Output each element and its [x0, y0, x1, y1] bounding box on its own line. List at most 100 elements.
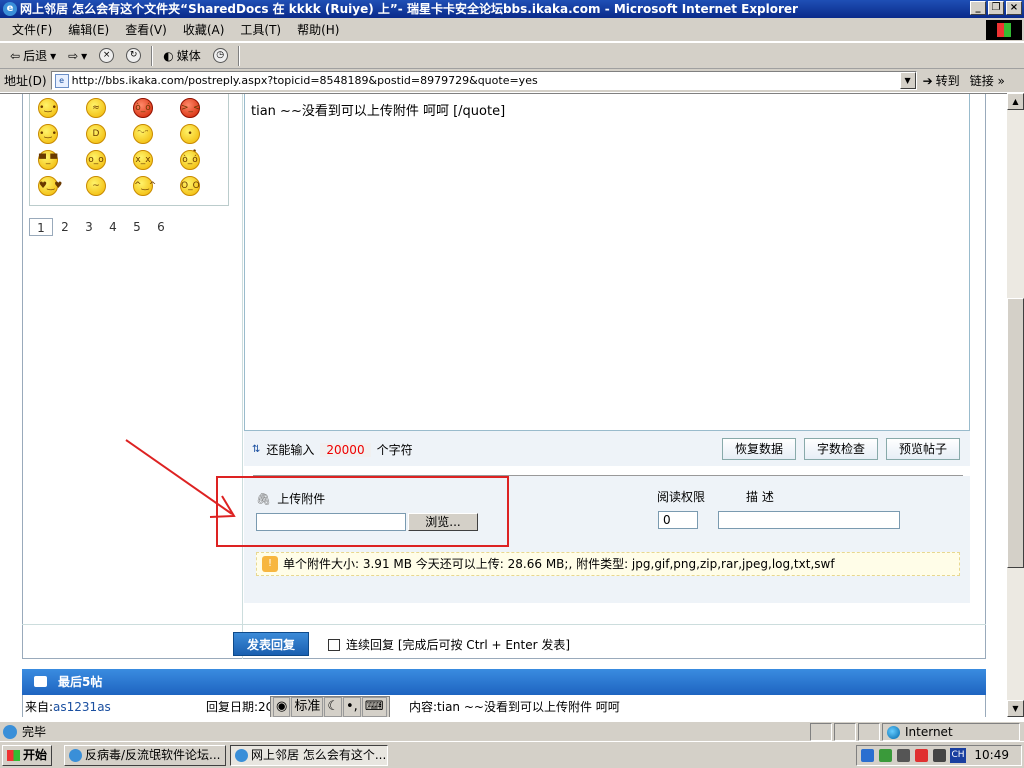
emoticon-pagination: 1 2 3 4 5 6	[29, 218, 173, 236]
go-label: 转到	[935, 74, 960, 88]
menu-file[interactable]: 文件(F)	[4, 21, 60, 38]
last-post-row: 来自:as1231as 回复日期:2C ◉ 标准 ☾ •, ⌨ 内容:tian …	[22, 695, 986, 717]
emoticon-item[interactable]: D	[86, 124, 106, 144]
tray-qq-icon[interactable]	[915, 749, 928, 762]
emoticon-item[interactable]: •︵•	[180, 124, 200, 157]
tray-app-icon[interactable]	[933, 749, 946, 762]
description-input[interactable]	[718, 511, 900, 529]
emoticon-page-5[interactable]: 5	[125, 218, 149, 236]
emoticon-item[interactable]: ᵔᵕᵔ	[133, 124, 153, 144]
tray-umbrella-icon[interactable]	[879, 749, 892, 762]
ie-icon: e	[3, 2, 17, 16]
ime-mode[interactable]: 标准	[291, 697, 324, 717]
links-label: 链接	[969, 74, 994, 88]
emoticon-item[interactable]: •‿•	[38, 98, 58, 118]
emoticon-item[interactable]: ≈	[86, 98, 106, 118]
forward-dropdown-icon[interactable]: ▾	[81, 49, 87, 63]
editor-text: tian ~~没看到可以上传附件 呵呵 [/quote]	[251, 104, 506, 119]
page-scrollbar[interactable]: ▲ ▼	[1007, 93, 1024, 717]
word-count-button[interactable]: 字数检查	[803, 438, 878, 460]
taskbar-item-current[interactable]: 网上邻居 怎么会有这个...	[230, 745, 388, 766]
tray-network-icon[interactable]	[897, 749, 910, 762]
address-input[interactable]: e http://bbs.ikaka.com/postreply.aspx?to…	[50, 71, 917, 90]
back-arrow-icon: ⇦	[10, 48, 21, 63]
maximize-button[interactable]: ❐	[988, 1, 1004, 15]
forward-button[interactable]: ⇨ ▾	[62, 45, 93, 67]
media-button[interactable]: ◐ 媒体	[157, 45, 207, 67]
menu-edit[interactable]: 编辑(E)	[60, 21, 117, 38]
scroll-down-icon[interactable]: ▼	[1007, 700, 1024, 717]
highlight-box	[216, 476, 509, 547]
emoticon-item[interactable]: ~	[86, 176, 106, 196]
scroll-thumb[interactable]	[1007, 298, 1024, 568]
security-zone[interactable]: Internet	[882, 723, 1020, 741]
stop-button[interactable]: ×	[93, 45, 120, 67]
emoticon-item[interactable]: O_O	[180, 176, 200, 196]
emoticon-page-1[interactable]: 1	[29, 218, 53, 236]
emoticon-item[interactable]: o_o	[86, 150, 106, 170]
taskbar-item-forum[interactable]: 反病毒/反流氓软件论坛...	[64, 745, 226, 766]
emoticon-column: •‿• ≈ ò_ó >_< •‿• D ᵔᵕᵔ •︵• ▀_▀ o_o x_x …	[23, 94, 243, 659]
emoticon-page-2[interactable]: 2	[53, 218, 77, 236]
back-dropdown-icon[interactable]: ▾	[50, 49, 56, 63]
go-button[interactable]: ➔ 转到	[923, 72, 960, 89]
attachment-notice: ! 单个附件大小: 3.91 MB 今天还可以上传: 28.66 MB;, 附件…	[256, 552, 960, 576]
menu-bar: 文件(F) 编辑(E) 查看(V) 收藏(A) 工具(T) 帮助(H)	[0, 18, 1024, 42]
ime-keyboard-icon[interactable]: ⌨	[361, 697, 387, 717]
start-button[interactable]: 开始	[2, 745, 52, 766]
menu-help[interactable]: 帮助(H)	[289, 21, 347, 38]
continuous-reply-checkbox[interactable]	[328, 638, 340, 651]
tray-shield-icon[interactable]	[861, 749, 874, 762]
refresh-button[interactable]: ↻	[120, 45, 147, 67]
emoticon-page-3[interactable]: 3	[77, 218, 101, 236]
emoticon-item[interactable]: x_x	[133, 150, 153, 170]
emoticon-item[interactable]: ^‿^	[133, 176, 156, 196]
permission-input[interactable]: 0	[658, 511, 698, 529]
reply-editor[interactable]: tian ~~没看到可以上传附件 呵呵 [/quote]	[244, 94, 970, 431]
emoticon-item[interactable]: •‿•	[38, 124, 58, 144]
page-viewport[interactable]: •‿• ≈ ò_ó >_< •‿• D ᵔᵕᵔ •︵• ▀_▀ o_o x_x …	[0, 93, 1007, 717]
media-icon: ◐	[163, 48, 174, 63]
emoticon-item[interactable]: ♥‿♥	[38, 176, 62, 196]
scroll-up-icon[interactable]: ▲	[1007, 93, 1024, 110]
menu-view[interactable]: 查看(V)	[117, 21, 175, 38]
links-button[interactable]: 链接 »	[970, 72, 1005, 89]
back-button[interactable]: ⇦ 后退 ▾	[4, 45, 62, 67]
close-button[interactable]: ×	[1006, 1, 1022, 15]
emoticon-page-6[interactable]: 6	[149, 218, 173, 236]
history-button[interactable]: ◷	[207, 45, 234, 67]
emoticon-page-4[interactable]: 4	[101, 218, 125, 236]
resize-icon[interactable]: ⇅	[252, 444, 260, 455]
emoticon-item[interactable]: >_<	[180, 98, 201, 118]
minimize-button[interactable]: _	[970, 1, 986, 15]
emoticon-item[interactable]: ò_ó	[180, 150, 200, 170]
char-counter: ⇅ 还能输入 20000 个字符	[252, 441, 413, 458]
emoticon-item[interactable]: ▀_▀	[38, 150, 58, 170]
window-titlebar[interactable]: e 网上邻居 怎么会有这个文件夹“SharedDocs 在 kkkk (Ruiy…	[0, 0, 1024, 18]
post-reply-button[interactable]: 发表回复	[233, 632, 309, 656]
windows-flag-icon	[7, 750, 20, 761]
editor-status-row: ⇅ 还能输入 20000 个字符 恢复数据 字数检查 预览帖子	[244, 431, 970, 466]
menu-favorites[interactable]: 收藏(A)	[175, 21, 233, 38]
post-author-link[interactable]: as1231as	[53, 700, 111, 714]
address-dropdown-icon[interactable]: ▼	[899, 72, 916, 89]
clock: 10:49	[974, 748, 1009, 762]
zone-label: Internet	[905, 725, 953, 739]
reply-form-frame: •‿• ≈ ò_ó >_< •‿• D ᵔᵕᵔ •︵• ▀_▀ o_o x_x …	[22, 94, 986, 659]
ime-moon-icon[interactable]: ☾	[324, 697, 343, 717]
page-done-icon	[3, 725, 17, 739]
ime-logo-icon[interactable]: ◉	[273, 697, 291, 717]
continuous-reply-option[interactable]: 连续回复 [完成后可按 Ctrl + Enter 发表]	[328, 636, 570, 653]
restore-data-button[interactable]: 恢复数据	[721, 438, 796, 460]
emoticon-item[interactable]: ò_ó	[133, 98, 153, 118]
back-label: 后退	[23, 49, 48, 63]
description-label: 描 述	[746, 490, 774, 504]
taskbar: 开始 反病毒/反流氓软件论坛... 网上邻居 怎么会有这个... CH 10:4…	[0, 741, 1024, 768]
preview-post-button[interactable]: 预览帖子	[885, 438, 960, 460]
ie-task-icon	[69, 749, 82, 762]
ime-toolbar[interactable]: ◉ 标准 ☾ •, ⌨	[270, 696, 390, 717]
ime-punct-icon[interactable]: •,	[343, 697, 361, 717]
menu-tools[interactable]: 工具(T)	[232, 21, 289, 38]
language-indicator[interactable]: CH	[950, 748, 966, 763]
address-bar: 地址(D) e http://bbs.ikaka.com/postreply.a…	[0, 69, 1024, 92]
